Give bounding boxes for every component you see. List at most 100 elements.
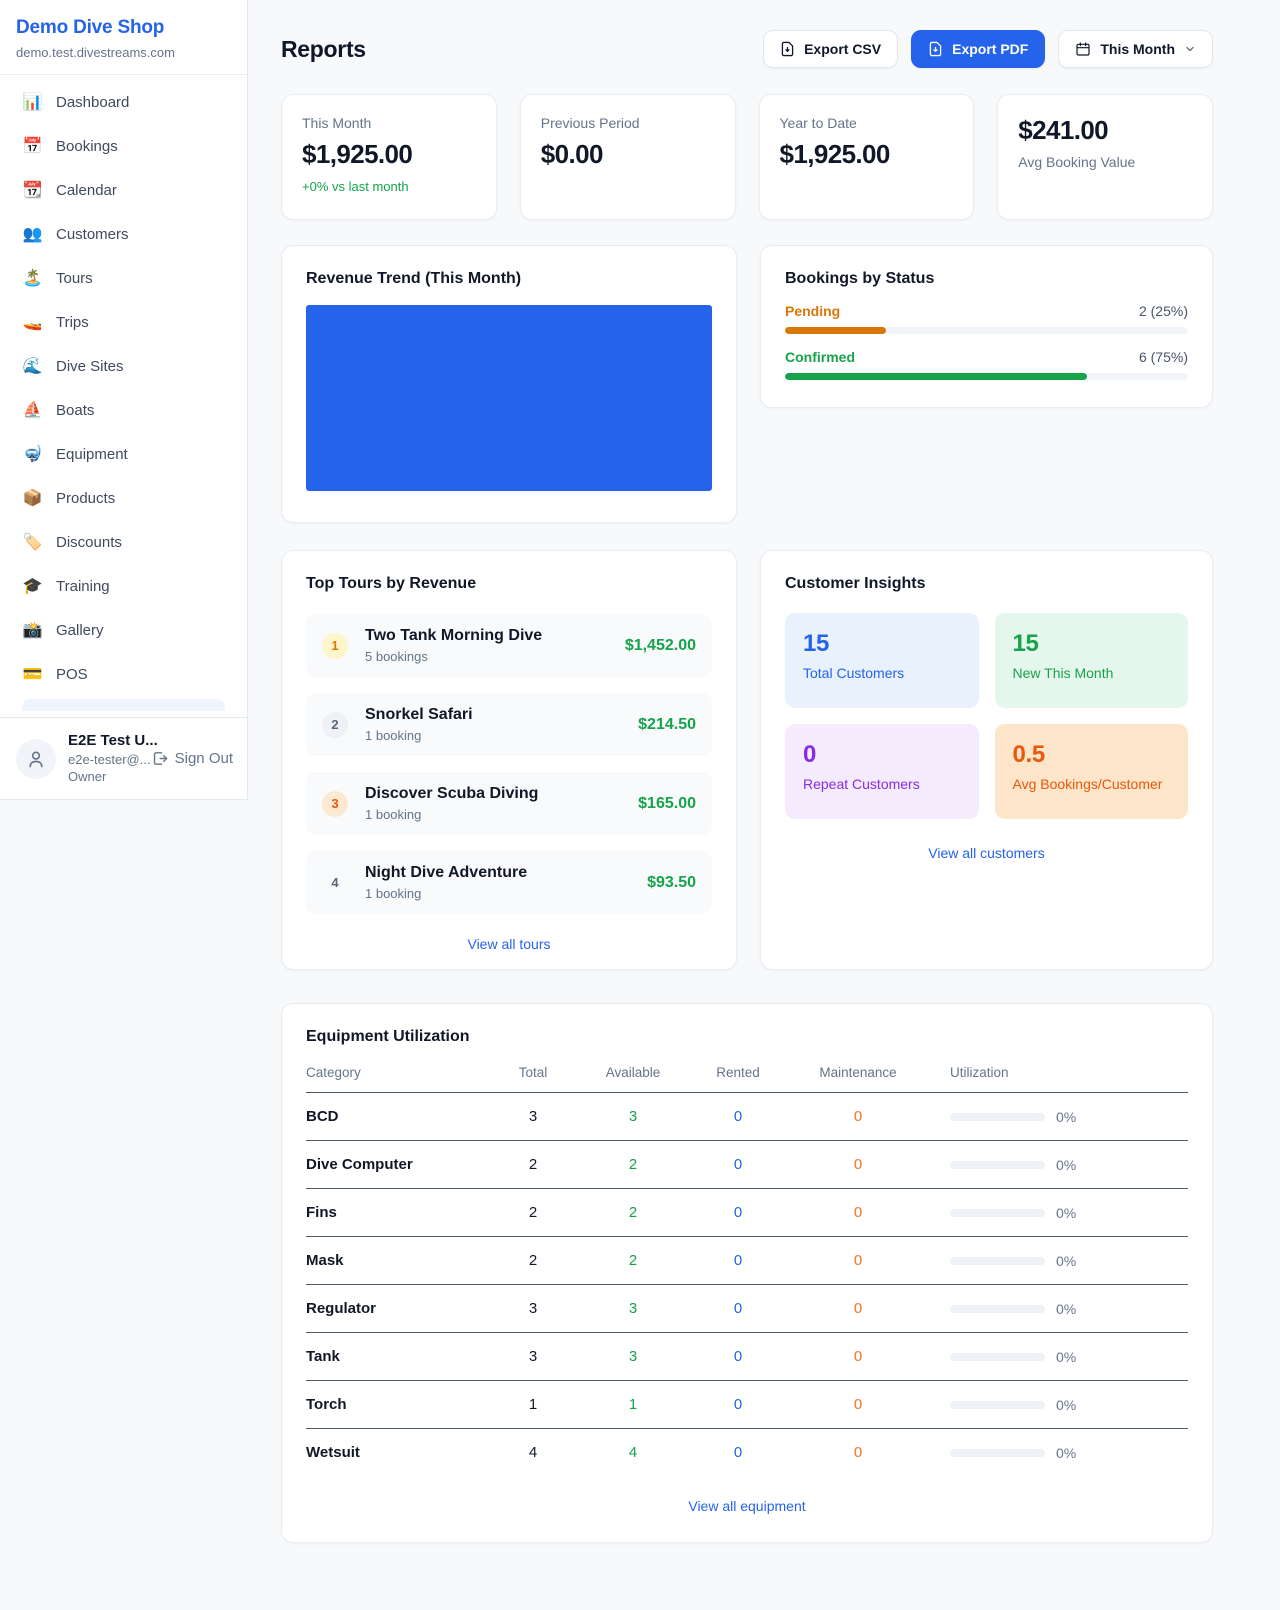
period-dropdown[interactable]: This Month [1058,30,1213,68]
tour-bookings: 1 booking [365,886,527,901]
equipment-available: 4 [578,1444,688,1461]
tour-bookings: 5 bookings [365,649,542,664]
stat-card-year-to-date: Year to Date $1,925.00 [759,94,975,220]
sidebar-item[interactable]: 📆 Calendar [12,171,235,209]
file-download-icon [780,41,795,57]
utilization-percent: 0% [1056,1205,1076,1221]
customer-insights-card: Customer Insights 15 Total Customers 15 … [760,550,1213,970]
rank-badge: 1 [322,633,348,659]
card-title: Bookings by Status [785,270,1188,288]
stat-value: $1,925.00 [302,139,476,170]
export-csv-label: Export CSV [804,41,881,57]
equipment-available: 3 [578,1348,688,1365]
sidebar-item[interactable]: 👥 Customers [12,215,235,253]
equipment-total: 2 [488,1252,578,1269]
sidebar-item[interactable]: 💳 POS [12,655,235,693]
sidebar-item[interactable]: ⛵ Boats [12,391,235,429]
sidebar: Demo Dive Shop demo.test.divestreams.com… [0,0,248,800]
page-header: Reports Export CSV Export PDF This Month [281,30,1213,68]
sign-out-button[interactable]: Sign Out [151,750,233,767]
insight-tile: 0.5 Avg Bookings/Customer [995,724,1189,819]
revenue-trend-card: Revenue Trend (This Month) [281,245,737,523]
sidebar-item[interactable]: 📸 Gallery [12,611,235,649]
tour-name: Discover Scuba Diving [365,785,538,803]
equipment-total: 4 [488,1444,578,1461]
equipment-rented: 0 [688,1396,788,1413]
equipment-rented: 0 [688,1204,788,1221]
stat-card-avg-booking-value: $241.00 Avg Booking Value [997,94,1213,220]
equipment-available: 1 [578,1396,688,1413]
status-progress-fill [785,327,886,334]
sidebar-item[interactable]: 📦 Products [12,479,235,517]
stat-label: Year to Date [780,115,954,131]
tour-row[interactable]: 2 Snorkel Safari 1 booking $214.50 [306,693,712,756]
equipment-rented: 0 [688,1348,788,1365]
insight-tile: 0 Repeat Customers [785,724,979,819]
utilization-percent: 0% [1056,1301,1076,1317]
sidebar-item-label: Products [56,490,115,507]
insight-label: Total Customers [803,665,961,681]
sidebar-item-label: Boats [56,402,94,419]
utilization-bar [950,1257,1045,1265]
equipment-total: 1 [488,1396,578,1413]
sidebar-item[interactable]: 📊 Dashboard [12,83,235,121]
calendar-17-icon: 📅 [22,136,43,156]
rank-badge: 2 [322,712,348,738]
avatar [16,739,56,779]
sidebar-item-reports-partial[interactable] [22,699,225,711]
sign-out-label: Sign Out [175,750,233,767]
chevron-down-icon [1184,43,1196,55]
sidebar-item[interactable]: 🤿 Equipment [12,435,235,473]
tour-row[interactable]: 3 Discover Scuba Diving 1 booking $165.0… [306,772,712,835]
stat-delta: +0% vs last month [302,179,476,194]
package-icon: 📦 [22,488,43,508]
equipment-row: Torch 1 1 0 0 0% [306,1381,1188,1429]
sidebar-item-label: Gallery [56,622,104,639]
status-progress-track [785,327,1188,334]
sidebar-item-label: Customers [56,226,129,243]
sidebar-item[interactable]: 🏷️ Discounts [12,523,235,561]
stat-value: $241.00 [1018,115,1192,146]
credit-card-icon: 💳 [22,664,43,684]
insight-value: 15 [803,630,961,658]
main-content: Reports Export CSV Export PDF This Month [281,0,1213,1543]
sidebar-item-label: Calendar [56,182,117,199]
equipment-category: Regulator [306,1300,488,1317]
sidebar-item[interactable]: 🏝️ Tours [12,259,235,297]
tour-row[interactable]: 1 Two Tank Morning Dive 5 bookings $1,45… [306,614,712,677]
sidebar-item-label: Bookings [56,138,118,155]
sidebar-item[interactable]: 🎓 Training [12,567,235,605]
status-label: Confirmed [785,349,855,365]
tour-amount: $1,452.00 [625,637,696,655]
utilization-percent: 0% [1056,1397,1076,1413]
stat-label: Avg Booking Value [1018,154,1192,170]
label-tag-icon: 🏷️ [22,532,43,552]
export-pdf-button[interactable]: Export PDF [911,30,1045,68]
equipment-available: 3 [578,1108,688,1125]
stat-value: $0.00 [541,139,715,170]
utilization-bar [950,1113,1045,1121]
sidebar-item[interactable]: 📅 Bookings [12,127,235,165]
equipment-rented: 0 [688,1108,788,1125]
dive-mask-icon: 🤿 [22,444,43,464]
view-all-customers-link[interactable]: View all customers [785,845,1188,861]
equipment-rented: 0 [688,1252,788,1269]
utilization-bar [950,1209,1045,1217]
equipment-category: BCD [306,1108,488,1125]
rank-badge: 3 [322,791,348,817]
export-csv-button[interactable]: Export CSV [763,30,898,68]
col-total: Total [488,1065,578,1080]
insight-value: 0.5 [1013,741,1171,769]
sidebar-item[interactable]: 🌊 Dive Sites [12,347,235,385]
view-all-equipment-link[interactable]: View all equipment [306,1498,1188,1514]
tour-row[interactable]: 4 Night Dive Adventure 1 booking $93.50 [306,851,712,914]
insight-tile: 15 Total Customers [785,613,979,708]
view-all-tours-link[interactable]: View all tours [306,936,712,952]
equipment-maintenance: 0 [788,1204,928,1221]
insight-tile: 15 New This Month [995,613,1189,708]
shop-name: Demo Dive Shop [16,17,231,39]
insight-value: 0 [803,741,961,769]
equipment-available: 2 [578,1156,688,1173]
col-maintenance: Maintenance [788,1065,928,1080]
sidebar-item[interactable]: 🚤 Trips [12,303,235,341]
